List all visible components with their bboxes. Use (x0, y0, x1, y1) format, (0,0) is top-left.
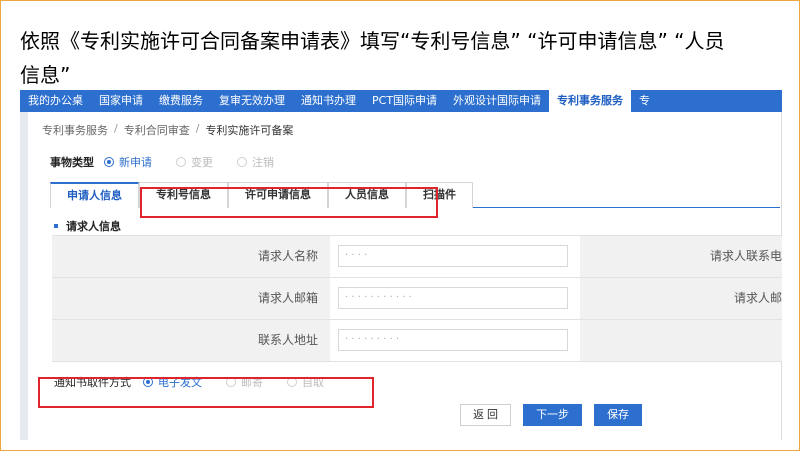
form-row-name: 请求人名称 · · · · 请求人联系电 (52, 236, 782, 278)
tab-license-application-info[interactable]: 许可申请信息 (228, 182, 328, 208)
field-label-right (580, 320, 782, 361)
nav-item-fee[interactable]: 缴费服务 (151, 90, 211, 112)
radio-dot (176, 157, 186, 167)
matter-type-label: 事物类型 (50, 156, 94, 169)
form-row-email: 请求人邮箱 · · · · · · · · · · · 请求人邮 (52, 278, 782, 320)
radio-dot (287, 377, 297, 387)
radio-label: 电子发文 (158, 376, 202, 389)
breadcrumb-current: 专利实施许可备案 (205, 124, 294, 137)
radio-mail[interactable]: 邮寄 (226, 374, 263, 390)
radio-new-application[interactable]: 新申请 (104, 154, 152, 170)
field-label: 请求人名称 (52, 236, 330, 277)
tab-applicant-info[interactable]: 申请人信息 (50, 182, 139, 208)
nav-item-patent-affairs[interactable]: 专利事务服务 (549, 90, 632, 112)
form-row-address: 联系人地址 · · · · · · · · · (52, 320, 782, 362)
nav-item-review[interactable]: 复审无效办理 (211, 90, 293, 112)
breadcrumb-separator: / (195, 122, 200, 135)
slide-caption: 依照《专利实施许可合同备案申请表》填写“专利号信息” “许可申请信息” “人员信… (20, 29, 725, 87)
matter-type-row: 事物类型 新申请 变更 注销 (50, 154, 298, 170)
radio-electronic[interactable]: 电子发文 (143, 374, 202, 390)
field-label: 联系人地址 (52, 320, 330, 361)
tab-personnel-info[interactable]: 人员信息 (328, 182, 406, 208)
radio-label: 变更 (191, 156, 213, 169)
top-nav: 我的办公桌 国家申请 缴费服务 复审无效办理 通知书办理 PCT国际申请 外观设… (20, 90, 782, 112)
breadcrumb: 专利事务服务 / 专利合同审查 / 专利实施许可备案 (42, 122, 293, 138)
section-title: 请求人信息 (54, 218, 121, 234)
nav-item-national[interactable]: 国家申请 (91, 90, 151, 112)
radio-label: 新申请 (119, 156, 152, 169)
screenshot: 我的办公桌 国家申请 缴费服务 复审无效办理 通知书办理 PCT国际申请 外观设… (20, 90, 782, 440)
form-tabs: 申请人信息 专利号信息 许可申请信息 人员信息 扫描件 (50, 182, 780, 208)
field-label: 请求人邮箱 (52, 278, 330, 319)
contact-address-input[interactable]: · · · · · · · · · (338, 329, 568, 351)
radio-dot (226, 377, 236, 387)
radio-pickup[interactable]: 自取 (287, 374, 324, 390)
nav-item-design-intl[interactable]: 外观设计国际申请 (445, 90, 549, 112)
tab-scans[interactable]: 扫描件 (406, 182, 473, 208)
tab-patent-number-info[interactable]: 专利号信息 (139, 182, 228, 208)
nav-item-more[interactable]: 专 (631, 90, 658, 112)
nav-item-pct[interactable]: PCT国际申请 (364, 90, 445, 112)
requester-form: 请求人名称 · · · · 请求人联系电 请求人邮箱 · · · · · · ·… (52, 235, 782, 362)
next-step-button[interactable]: 下一步 (523, 404, 583, 426)
save-button[interactable]: 保存 (594, 404, 643, 426)
field-label-right: 请求人联系电 (580, 236, 782, 277)
breadcrumb-separator: / (114, 122, 118, 135)
content-page: 专利事务服务 / 专利合同审查 / 专利实施许可备案 事物类型 新申请 变更 注… (20, 112, 782, 440)
radio-dot (143, 377, 153, 387)
breadcrumb-item[interactable]: 专利事务服务 (42, 122, 108, 138)
radio-label: 邮寄 (241, 376, 263, 389)
radio-dot (237, 157, 247, 167)
notice-delivery-row: 通知书取件方式 电子发文 邮寄 自取 (54, 374, 348, 390)
radio-label: 自取 (302, 376, 324, 389)
back-button[interactable]: 返 回 (460, 404, 512, 426)
notice-delivery-label: 通知书取件方式 (54, 376, 131, 389)
requester-email-input[interactable]: · · · · · · · · · · · (338, 287, 568, 309)
section-marker-icon (54, 224, 58, 228)
form-actions: 返 回 下一步 保存 (460, 404, 643, 426)
radio-change[interactable]: 变更 (176, 154, 213, 170)
requester-name-input[interactable]: · · · · (338, 245, 568, 267)
section-title-text: 请求人信息 (66, 220, 121, 233)
radio-label: 注销 (252, 156, 274, 169)
nav-item-notice[interactable]: 通知书办理 (293, 90, 364, 112)
field-label-right: 请求人邮 (580, 278, 782, 319)
radio-dot (104, 157, 114, 167)
nav-item-desk[interactable]: 我的办公桌 (20, 90, 91, 112)
radio-cancel[interactable]: 注销 (237, 154, 274, 170)
breadcrumb-item[interactable]: 专利合同审查 (124, 122, 190, 138)
